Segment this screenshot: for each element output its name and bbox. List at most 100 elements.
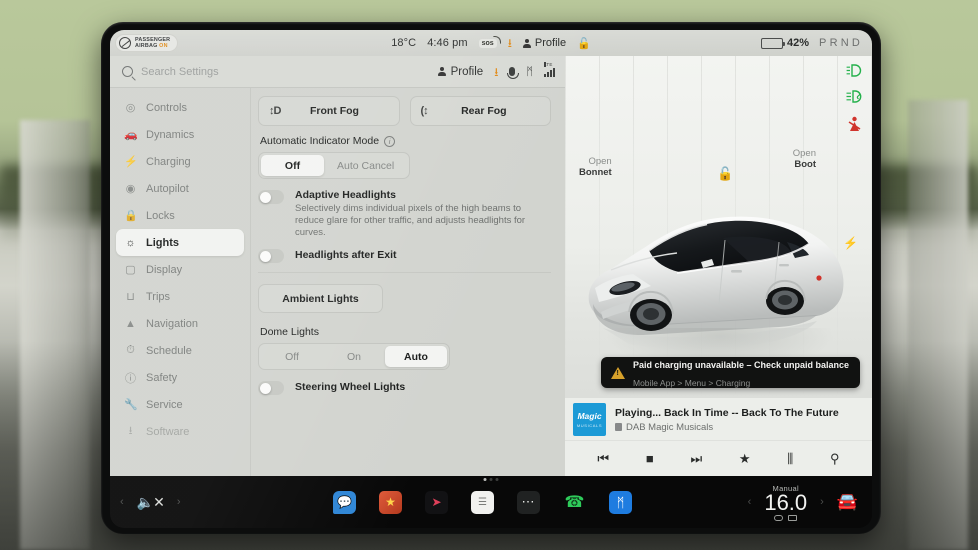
lights-settings-content: ↕D Front Fog (↕ Rear Fog Automatic Indic… [250,88,565,476]
sidebar-item-charging[interactable]: ⚡ Charging [116,148,244,175]
car-front-icon[interactable]: 🚘 [837,492,858,512]
bluetooth-app-icon[interactable]: ᛗ [609,490,632,514]
sidebar-item-autopilot[interactable]: ◉ Autopilot [116,175,244,202]
sidebar-item-service[interactable]: 🔧 Service [116,391,244,418]
sidebar-item-locks[interactable]: 🔒 Locks [116,202,244,229]
navigation-icon: ▲ [125,317,136,330]
sidebar-item-safety[interactable]: ⓘ Safety [116,364,244,391]
previous-track-button[interactable]: ⏮ [597,451,609,467]
software-download-icon[interactable]: ⭳ [508,37,512,49]
display-icon: ▢ [125,264,136,276]
profile-label: Profile [534,37,567,49]
settings-profile-button[interactable]: Profile [437,66,483,78]
dome-lights-segmented[interactable]: Off On Auto [258,343,450,370]
album-art-line2: MUSICALS [576,422,603,428]
volume-muted-icon[interactable]: 🔈✕ [137,494,165,511]
favorite-button[interactable]: ★ [739,451,751,467]
sos-button[interactable]: sos [478,35,501,48]
indicator-option-auto-cancel[interactable]: Auto Cancel [324,155,407,176]
bottom-taskbar: ‹ 🔈✕ › 💬 ★ ➤ ☰ ⋯ ☎ ᛗ ‹ Manual 16.0 › 🚘 [110,476,872,528]
car-stage: Open Bonnet Open Boot 🔓 ⚡ [565,56,872,398]
stop-button[interactable]: ■ [646,451,654,466]
profile-button[interactable]: Profile [522,37,567,49]
sidebar-item-controls[interactable]: ◎ Controls [116,94,244,121]
sidebar-item-software[interactable]: ⭳ Software [116,418,244,445]
unlocked-padlock-icon[interactable]: 🔓 [577,37,591,50]
open-bonnet-control[interactable]: Open Bonnet [579,156,612,178]
status-bar: PASSENGER AIRBAG ON 18°C 4:46 pm sos ⭳ P… [110,30,872,56]
outside-temperature: 18°C [391,37,417,49]
steering-wheel-lights-row: Steering Wheel Lights [258,380,551,395]
album-art-line1: Magic [577,410,602,421]
equalizer-button[interactable]: ⫼ [787,451,793,467]
dome-option-auto[interactable]: Auto [385,346,447,367]
search-placeholder: Search Settings [141,65,219,78]
volume-prev-chevron[interactable]: ‹ [120,496,124,508]
dome-option-on[interactable]: On [323,346,385,367]
temperature-increase-button[interactable]: › [820,496,824,508]
open-boot-control[interactable]: Open Boot [793,148,816,170]
airbag-off-icon [119,37,131,49]
download-icon[interactable]: ⭳ [494,66,498,78]
charge-bolt-icon[interactable]: ⚡ [843,236,858,250]
more-apps-icon[interactable]: ⋯ [517,490,540,514]
front-fog-button[interactable]: ↕D Front Fog [258,96,400,126]
adaptive-headlights-toggle[interactable] [258,190,284,204]
climate-vent-icons [774,514,798,521]
fog-light-indicator-icon [845,90,864,105]
sidebar-label: Service [146,398,183,411]
search-settings-input[interactable]: Search Settings [122,66,438,78]
sidebar-item-dynamics[interactable]: 🚗 Dynamics [116,121,244,148]
navigation-app-icon[interactable]: ➤ [425,490,448,514]
media-app-icon[interactable]: ★ [379,490,402,514]
temperature-display[interactable]: Manual 16.0 [764,484,807,521]
adaptive-headlights-row: Adaptive Headlights Selectively dims ind… [258,189,551,239]
gear-indicator: PRND [819,37,863,49]
steering-wheel-lights-toggle[interactable] [258,381,284,395]
automatic-indicator-mode-label: Automatic Indicator Mode i [260,135,551,147]
settings-content: ◎ Controls 🚗 Dynamics ⚡ Charging ◉ Autop… [110,88,565,476]
dome-lights-label: Dome Lights [260,326,319,338]
climate-temperature: 16.0 [764,489,808,515]
volume-control: ‹ 🔈✕ › [120,494,288,511]
sidebar-item-lights[interactable]: ☼ Lights [116,229,244,256]
headlight-indicator-icon [846,64,863,79]
battery-icon [761,37,785,49]
media-player: Magic MUSICALS Playing... Back In Time -… [565,398,872,476]
charging-alert-toast[interactable]: Paid charging unavailable – Check unpaid… [601,357,860,388]
microphone-icon[interactable] [507,67,520,79]
light-bulb-icon: ☼ [125,236,136,249]
headlights-after-exit-toggle[interactable] [258,249,284,263]
sidebar-item-schedule[interactable]: ⏱ Schedule [116,337,244,364]
bluetooth-icon[interactable]: ᛗ [526,66,533,78]
temperature-decrease-button[interactable]: ‹ [748,496,752,508]
phone-app-icon[interactable]: ☎ [563,491,586,514]
battery-indicator[interactable]: 42% [761,37,809,49]
page-dots [483,478,499,481]
indicator-option-off[interactable]: Off [261,155,324,176]
sidebar-label: Trips [146,290,171,303]
info-icon[interactable]: i [384,135,396,147]
volume-next-chevron[interactable]: › [177,496,181,508]
radio-icon [615,423,622,431]
automatic-indicator-mode-segmented[interactable]: Off Auto Cancel [258,152,411,179]
sidebar-item-navigation[interactable]: ▲ Navigation [116,310,244,337]
car-visualization-panel: Open Bonnet Open Boot 🔓 ⚡ ! Paid chargin… [565,56,872,476]
calendar-app-icon[interactable]: ☰ [471,490,494,514]
settings-panel: Search Settings Profile ⭳ ᛗ LTE ◎ Contro… [110,56,565,476]
search-media-button[interactable]: ⚲ [830,451,840,467]
next-track-button[interactable]: ⏭ [690,451,702,467]
messages-app-icon[interactable]: 💬 [333,490,356,514]
vent-icon-1 [774,514,784,521]
sidebar-item-trips[interactable]: ⊔ Trips [116,283,244,310]
search-icon [122,66,133,77]
open-boot-line1: Open [792,148,816,159]
dome-option-off[interactable]: Off [261,346,323,367]
now-playing-row[interactable]: Magic MUSICALS Playing... Back In Time -… [565,398,872,436]
status-center-group: 18°C 4:46 pm sos ⭳ Profile 🔓 [110,35,872,50]
unlocked-padlock-icon[interactable]: 🔓 [717,166,733,182]
tesla-model-y-image[interactable] [573,176,863,366]
ambient-lights-button[interactable]: Ambient Lights [258,284,383,313]
sidebar-item-display[interactable]: ▢ Display [116,256,244,283]
rear-fog-button[interactable]: (↕ Rear Fog [409,96,551,126]
